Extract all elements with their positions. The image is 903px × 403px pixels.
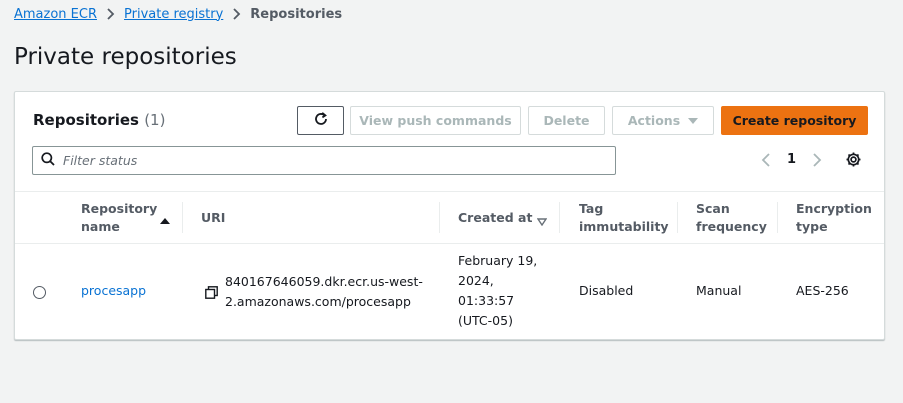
column-divider <box>559 202 560 233</box>
column-label: Repository name <box>81 200 157 236</box>
copy-icon[interactable] <box>205 285 218 299</box>
panel-title: Repositories (1) <box>33 111 165 129</box>
repository-count: (1) <box>144 111 166 129</box>
column-header-scan-frequency[interactable]: Scan frequency <box>696 192 776 243</box>
column-divider <box>777 202 778 233</box>
table-header: Repository name URI Created at Tag immut… <box>15 191 884 244</box>
repositories-panel: Repositories (1) View push commands Dele… <box>14 91 885 340</box>
column-divider <box>677 202 678 233</box>
column-label-line: type <box>796 218 828 234</box>
created-at-text: February 19, 2024, 01:33:57 (UTC-05) <box>458 251 537 331</box>
scan-frequency-cell: Manual <box>696 283 742 298</box>
gear-icon[interactable] <box>845 151 862 172</box>
encryption-type-cell: AES-256 <box>796 283 849 298</box>
filter-input[interactable] <box>63 153 603 168</box>
column-label: Created at <box>458 209 533 225</box>
column-header-repository-name[interactable]: Repository name <box>81 192 181 243</box>
actions-dropdown-button[interactable]: Actions <box>612 106 714 135</box>
next-page-icon[interactable] <box>812 152 822 172</box>
uri-line: 840167646059.dkr.ecr.us-west- <box>225 274 423 289</box>
actions-label: Actions <box>627 113 681 128</box>
column-header-encryption-type[interactable]: Encryption type <box>796 192 881 243</box>
column-label: Encryption type <box>796 200 872 236</box>
current-page-number[interactable]: 1 <box>787 152 796 167</box>
column-label: Tag immutability <box>579 200 669 236</box>
column-label: URI <box>201 209 226 225</box>
breadcrumb-current: Repositories <box>250 6 343 22</box>
column-label-line: Repository <box>81 200 158 216</box>
column-divider <box>439 202 440 233</box>
sort-ascending-icon <box>160 212 170 230</box>
column-label: Scan frequency <box>696 200 767 236</box>
column-label-line: Tag <box>579 200 604 216</box>
breadcrumb-private-registry[interactable]: Private registry <box>124 7 223 22</box>
tag-immutability-cell: Disabled <box>579 283 634 298</box>
uri-line: 2.amazonaws.com/procesapp <box>225 294 411 309</box>
column-label-line: frequency <box>696 218 767 234</box>
refresh-icon <box>313 111 329 130</box>
breadcrumb: Amazon ECR Private registry Repositories <box>14 5 342 23</box>
breadcrumb-amazon-ecr[interactable]: Amazon ECR <box>14 7 97 22</box>
column-label-line: Encryption <box>796 200 872 216</box>
column-label-line: immutability <box>579 218 669 234</box>
filter-search[interactable] <box>32 146 616 175</box>
created-line: 2024, <box>458 273 494 288</box>
sort-icon <box>536 213 548 231</box>
refresh-button[interactable] <box>297 106 344 135</box>
column-label-line: Scan <box>696 200 730 216</box>
view-push-commands-button[interactable]: View push commands <box>350 106 521 135</box>
repository-name-link[interactable]: procesapp <box>81 281 146 301</box>
chevron-right-icon <box>106 8 115 20</box>
column-divider <box>182 202 183 233</box>
column-header-tag-immutability[interactable]: Tag immutability <box>579 192 679 243</box>
uri-cell: 840167646059.dkr.ecr.us-west- 2.amazonaw… <box>205 272 430 312</box>
search-icon <box>41 151 55 170</box>
previous-page-icon[interactable] <box>761 152 771 172</box>
column-label-line: name <box>81 218 120 234</box>
row-select-radio[interactable] <box>33 286 46 299</box>
chevron-right-icon <box>232 8 241 20</box>
caret-down-icon <box>688 113 699 128</box>
created-line: (UTC-05) <box>458 313 513 328</box>
table-row: procesapp 840167646059.dkr.ecr.us-west- … <box>15 244 884 340</box>
repository-name-cell: procesapp <box>81 281 146 301</box>
column-header-uri[interactable]: URI <box>201 192 431 243</box>
create-repository-button[interactable]: Create repository <box>721 106 868 135</box>
delete-button[interactable]: Delete <box>528 106 605 135</box>
uri-text: 840167646059.dkr.ecr.us-west- 2.amazonaw… <box>225 272 423 312</box>
column-header-created-at[interactable]: Created at <box>458 192 558 243</box>
created-at-cell: February 19, 2024, 01:33:57 (UTC-05) <box>458 251 558 331</box>
panel-title-text: Repositories <box>33 111 139 129</box>
created-line: February 19, <box>458 253 538 268</box>
page-title: Private repositories <box>14 44 237 70</box>
created-line: 01:33:57 <box>458 293 515 308</box>
